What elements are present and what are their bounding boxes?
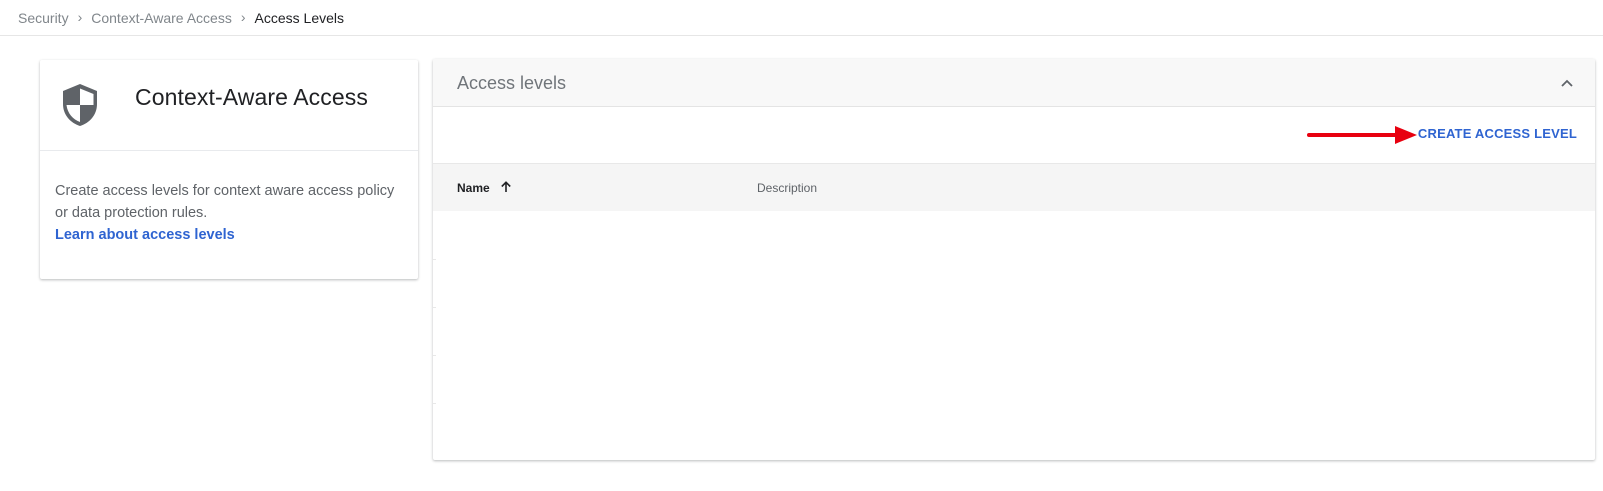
row-divider: [433, 355, 436, 356]
info-card-body: Create access levels for context aware a…: [40, 151, 418, 246]
table-body: [433, 211, 1595, 459]
learn-about-access-levels-link[interactable]: Learn about access levels: [55, 227, 235, 243]
info-card: Context-Aware Access Create access level…: [40, 60, 418, 279]
shield-icon: [63, 84, 97, 126]
create-access-level-button[interactable]: CREATE ACCESS LEVEL: [1418, 126, 1577, 141]
arrow-up-icon[interactable]: [499, 180, 513, 194]
access-levels-panel: Access levels CREATE ACCESS LEVEL Name D…: [433, 59, 1595, 460]
card-title: Context-Aware Access: [135, 84, 368, 110]
row-divider: [433, 307, 436, 308]
info-card-header: Context-Aware Access: [40, 60, 418, 151]
chevron-right-icon: ›: [77, 8, 83, 25]
breadcrumb-item-context-aware-access[interactable]: Context-Aware Access: [91, 10, 232, 26]
red-arrow-icon: [1307, 126, 1417, 144]
breadcrumb-item-access-levels: Access Levels: [254, 9, 344, 26]
breadcrumb: Security › Context-Aware Access › Access…: [0, 0, 1603, 36]
panel-title: Access levels: [457, 73, 567, 93]
chevron-right-icon: ›: [240, 8, 246, 25]
panel-actions: CREATE ACCESS LEVEL: [433, 107, 1595, 164]
row-divider: [433, 259, 436, 260]
column-header-description[interactable]: Description: [757, 181, 817, 195]
breadcrumb-item-security[interactable]: Security: [18, 10, 69, 26]
column-header-name[interactable]: Name: [457, 181, 490, 195]
panel-header[interactable]: Access levels: [433, 59, 1595, 107]
table-header: Name Description: [433, 164, 1595, 211]
chevron-up-icon[interactable]: [1559, 75, 1575, 91]
card-description: Create access levels for context aware a…: [55, 183, 395, 221]
row-divider: [433, 403, 436, 404]
